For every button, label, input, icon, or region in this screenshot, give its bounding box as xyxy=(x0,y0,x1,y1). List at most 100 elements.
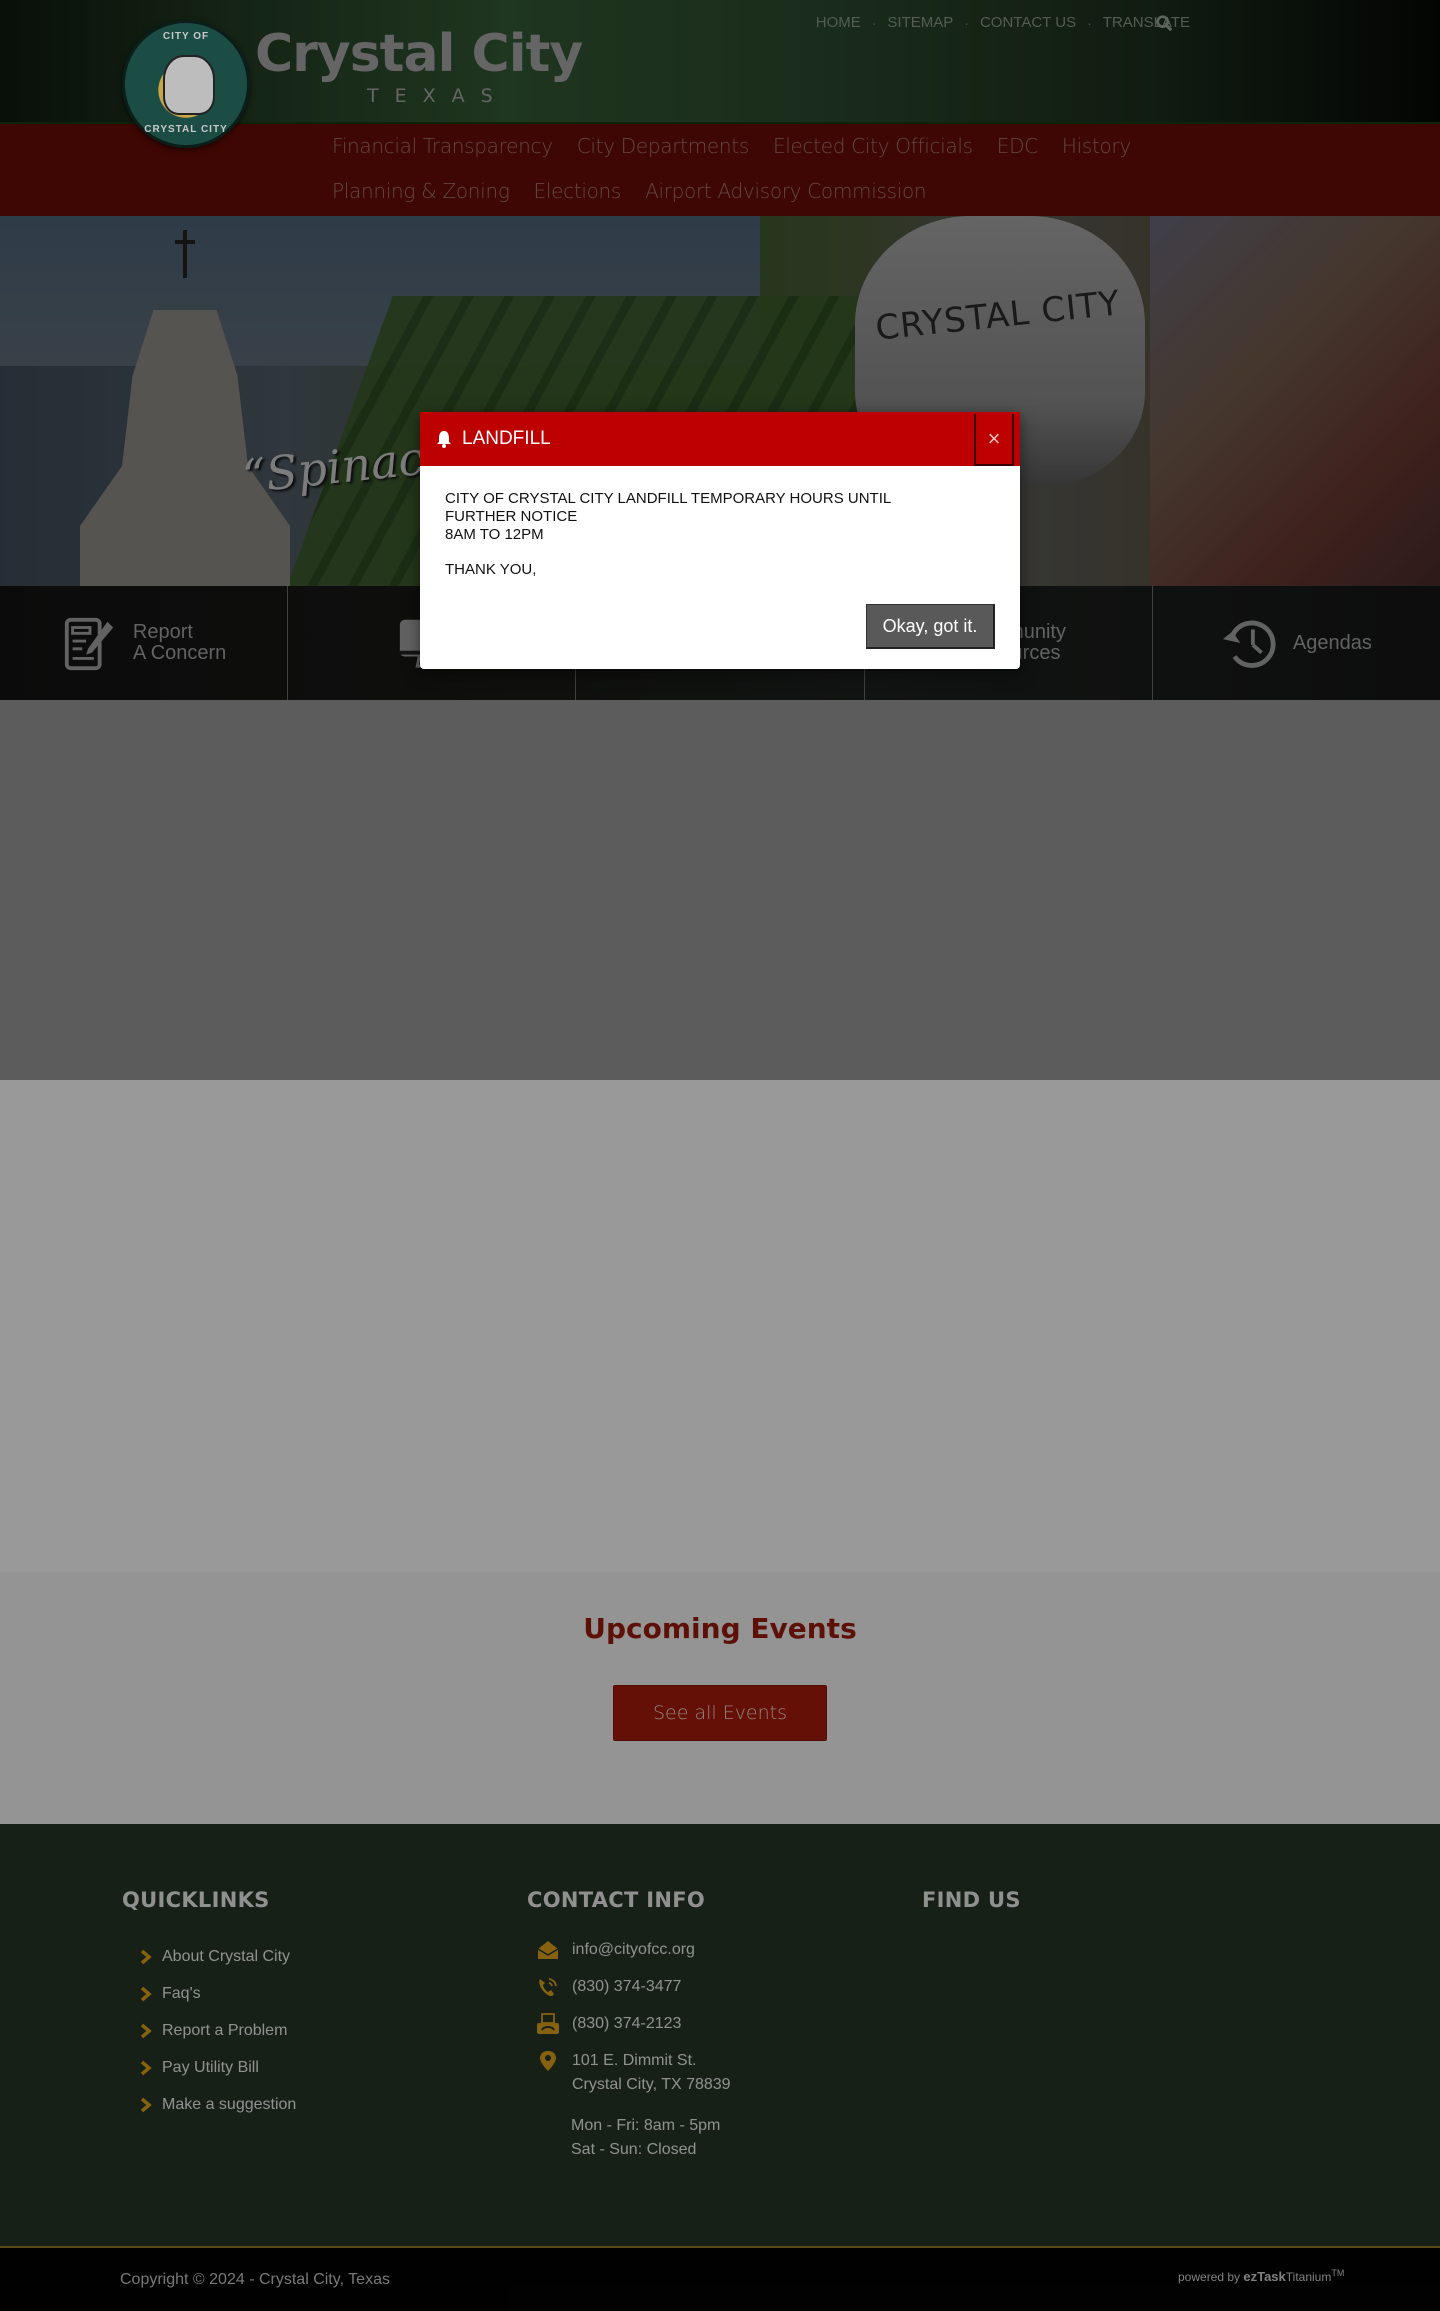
quicklink-faqs[interactable]: Faq's xyxy=(162,1985,201,2003)
list-item: Make a suggestion xyxy=(140,2086,296,2123)
nav-elected-city-officials[interactable]: Elected City Officials xyxy=(773,134,973,158)
utility-nav: HOME · SITEMAP · CONTACT US · TRANSLATE xyxy=(816,14,1190,31)
events-title: Upcoming Events xyxy=(583,1612,857,1645)
quicklink-report-problem[interactable]: Report a Problem xyxy=(162,2022,287,2040)
nav-financial-transparency[interactable]: Financial Transparency xyxy=(332,134,553,158)
nav-item: Elected City Officials xyxy=(773,124,973,169)
fax-icon xyxy=(537,2013,559,2034)
modal-body: CITY OF CRYSTAL CITY LANDFILL TEMPORARY … xyxy=(420,466,1020,579)
hours-weekday: Mon - Fri: 8am - 5pm xyxy=(571,2117,721,2134)
modal-header: LANDFILL × xyxy=(420,412,1020,466)
fax-number: (830) 374-2123 xyxy=(572,2015,682,2032)
bell-icon xyxy=(437,431,451,448)
copyright-text: Copyright © 2024 - Crystal City, Texas xyxy=(120,2271,390,2288)
chevron-right-icon xyxy=(140,2060,152,2075)
top-link-home[interactable]: HOME xyxy=(816,14,861,31)
separator: · xyxy=(964,14,969,31)
bottom-bar: Copyright © 2024 - Crystal City, Texas p… xyxy=(0,2248,1440,2311)
quick-link-line2: A Concern xyxy=(132,642,227,664)
contact-address: 101 E. Dimmit St. Crystal City, TX 78839 xyxy=(536,2049,731,2097)
modal-message: CITY OF CRYSTAL CITY LANDFILL TEMPORARY … xyxy=(445,490,995,544)
phone-icon xyxy=(539,1978,557,1997)
list-item: About Crystal City xyxy=(140,1938,296,1975)
powered-brand: Titanium xyxy=(1285,2270,1332,2284)
modal-message-line2: FURTHER NOTICE xyxy=(445,508,578,525)
nav-airport-advisory-commission[interactable]: Airport Advisory Commission xyxy=(645,179,927,203)
quicklink-pay-utility-bill[interactable]: Pay Utility Bill xyxy=(162,2059,259,2077)
content-placeholder xyxy=(0,700,1440,1080)
modal-title-text: LANDFILL xyxy=(462,428,551,449)
top-link-sitemap[interactable]: SITEMAP xyxy=(887,14,953,31)
powered-brand-bold: ezTask xyxy=(1243,2269,1286,2284)
top-link-translate[interactable]: TRANSLATE xyxy=(1103,14,1190,31)
modal-signoff: THANK YOU, xyxy=(445,561,537,578)
nav-elections[interactable]: Elections xyxy=(534,179,622,203)
address: 101 E. Dimmit St. Crystal City, TX 78839 xyxy=(572,2049,731,2097)
modal-message-line3: 8AM TO 12PM xyxy=(445,526,544,543)
separator: · xyxy=(871,14,877,31)
email-link[interactable]: info@cityofcc.org xyxy=(572,1938,695,1962)
phone-link[interactable]: (830) 374-3477 xyxy=(572,1975,681,1999)
address-line1: 101 E. Dimmit St. xyxy=(572,2052,697,2069)
site-logo-title[interactable]: Crystal City xyxy=(255,28,583,80)
quicklinks-title: QUICKLINKS xyxy=(122,1888,270,1912)
search-icon[interactable] xyxy=(1155,14,1173,32)
chevron-right-icon xyxy=(140,1986,152,2001)
site-logo-subtitle: TEXAS xyxy=(367,85,509,107)
city-seal-logo[interactable]: CITY OF CRYSTAL CITY xyxy=(122,20,250,148)
see-all-events-button[interactable]: See all Events xyxy=(613,1685,827,1741)
contact-info-list: info@cityofcc.org (830) 374-3477 (830) 3… xyxy=(536,1938,731,2097)
modal-close-button[interactable]: × xyxy=(974,414,1014,466)
powered-prefix: powered by xyxy=(1178,2270,1244,2284)
contact-fax: (830) 374-2123 xyxy=(536,2012,731,2049)
content-area xyxy=(0,1080,1440,1572)
nav-item: Planning & Zoning xyxy=(332,169,510,214)
chevron-right-icon xyxy=(140,1949,152,1964)
seal-top-text: CITY OF xyxy=(162,31,210,42)
nav-edc[interactable]: EDC xyxy=(997,134,1038,158)
nav-item: EDC xyxy=(997,124,1038,169)
chevron-right-icon xyxy=(140,2023,152,2038)
nav-item: Elections xyxy=(534,169,622,214)
find-us-title: FIND US xyxy=(922,1888,1021,1912)
trademark: TM xyxy=(1331,2268,1345,2278)
nav-item: Financial Transparency xyxy=(332,124,553,169)
history-clock-icon xyxy=(1222,620,1276,668)
quick-link-agendas[interactable]: Agendas xyxy=(1153,586,1440,700)
quick-link-line1: Report xyxy=(132,621,193,643)
list-item: Report a Problem xyxy=(140,2012,296,2049)
contact-info-title: CONTACT INFO xyxy=(527,1888,706,1912)
mascot-image xyxy=(163,55,215,115)
hero-mural xyxy=(1150,216,1440,586)
upcoming-events-section: Upcoming Events See all Events xyxy=(0,1572,1440,1824)
nav-city-departments[interactable]: City Departments xyxy=(577,134,750,158)
powered-by-link[interactable]: powered by ezTaskTitaniumTM xyxy=(1178,2268,1344,2284)
quick-link-label: Report A Concern xyxy=(133,622,226,664)
nav-history[interactable]: History xyxy=(1062,134,1131,158)
chevron-right-icon xyxy=(140,2097,152,2112)
modal-title: LANDFILL xyxy=(436,412,551,466)
address-line2: Crystal City, TX 78839 xyxy=(572,2076,731,2093)
quicklink-make-suggestion[interactable]: Make a suggestion xyxy=(162,2096,296,2114)
cross-icon xyxy=(175,230,195,278)
quicklinks-list: About Crystal City Faq's Report a Proble… xyxy=(140,1938,296,2123)
okay-got-it-button[interactable]: Okay, got it. xyxy=(866,604,995,649)
quick-link-label: Agendas xyxy=(1292,631,1372,654)
quicklink-about[interactable]: About Crystal City xyxy=(162,1948,290,1966)
map-pin-icon xyxy=(540,2051,556,2071)
list-item: Pay Utility Bill xyxy=(140,2049,296,2086)
list-item: Faq's xyxy=(140,1975,296,2012)
quick-link-report-concern[interactable]: Report A Concern xyxy=(0,586,289,700)
report-concern-icon xyxy=(64,617,114,671)
seal-bottom-text: CRYSTAL CITY xyxy=(144,124,228,135)
nav-planning-zoning[interactable]: Planning & Zoning xyxy=(332,179,510,203)
envelope-open-icon xyxy=(537,1941,559,1959)
hours-weekend: Sat - Sun: Closed xyxy=(571,2141,697,2158)
site-footer: QUICKLINKS About Crystal City Faq's Repo… xyxy=(0,1824,1440,2248)
top-link-contact-us[interactable]: CONTACT US xyxy=(980,14,1076,31)
nav-item: City Departments xyxy=(577,124,750,169)
office-hours: Mon - Fri: 8am - 5pm Sat - Sun: Closed xyxy=(571,2114,720,2162)
modal-message-line1: CITY OF CRYSTAL CITY LANDFILL TEMPORARY … xyxy=(445,490,892,507)
nav-item: Airport Advisory Commission xyxy=(645,169,927,214)
contact-phone: (830) 374-3477 xyxy=(536,1975,731,2012)
